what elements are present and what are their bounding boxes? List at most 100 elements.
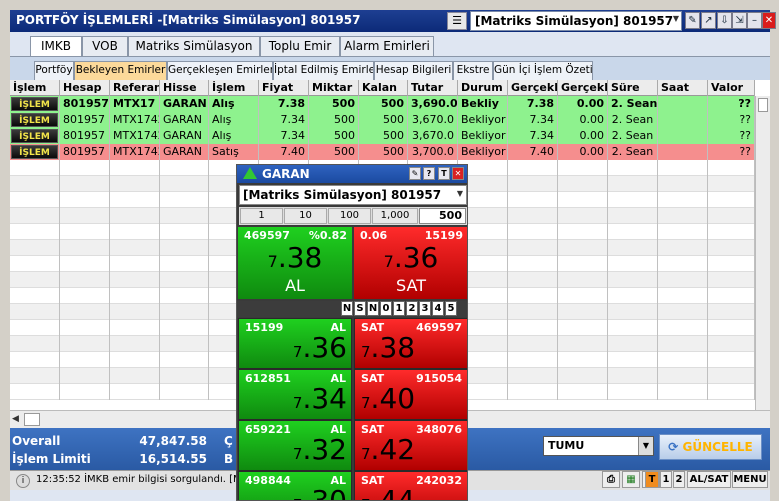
sell-button[interactable]: 0.06 15199 7.36 SAT — [354, 227, 467, 299]
ask-level[interactable]: SAT 348076 7.42 — [354, 420, 467, 471]
menu-button[interactable]: MENU — [732, 471, 768, 488]
empty-cell — [558, 160, 608, 176]
level-button[interactable]: S — [354, 301, 366, 316]
tab-toplu-emir[interactable]: Toplu Emir — [260, 36, 340, 56]
arrow-up-icon[interactable]: ↗ — [701, 12, 716, 29]
column-header[interactable]: Tutar — [408, 80, 458, 96]
table-row[interactable]: İŞLEM 801957 MTX1742 GARAN Alış 7.34 500… — [10, 112, 755, 128]
level-button[interactable]: 4 — [432, 301, 444, 316]
vertical-scrollbar[interactable] — [755, 96, 770, 410]
pin-icon[interactable]: ✎ — [685, 12, 700, 29]
filter-select[interactable]: TUMU ▼ — [543, 436, 654, 456]
empty-cell — [110, 304, 160, 320]
islem-button[interactable]: İŞLEM — [11, 129, 58, 143]
ask-level[interactable]: SAT 915054 7.40 — [354, 369, 467, 420]
table-row[interactable]: İŞLEM 801957 MTX17 GARAN Alış 7.38 500 5… — [10, 96, 755, 112]
bid-level[interactable]: 498844AL7.30 — [238, 471, 352, 500]
column-header[interactable]: Fiyat — [259, 80, 309, 96]
pin-icon[interactable]: ✎ — [409, 167, 421, 180]
tab-gerceklesen-emirler[interactable]: Gerçekleşen Emirler — [167, 61, 273, 80]
empty-cell — [508, 352, 558, 368]
level-button[interactable]: 0 — [380, 301, 392, 316]
column-header[interactable]: Durum — [458, 80, 508, 96]
download-icon[interactable]: ⇩ — [717, 12, 732, 29]
tab-alarm-emirleri[interactable]: Alarm Emirleri — [340, 36, 434, 56]
islem-button[interactable]: İŞLEM — [11, 145, 58, 159]
column-header[interactable]: Hisse — [160, 80, 209, 96]
column-header[interactable]: Referan — [110, 80, 160, 96]
tab-ekstre[interactable]: Ekstre — [453, 61, 493, 80]
qty-button-1000[interactable]: 1,000 — [372, 208, 418, 224]
al-sat-button[interactable]: AL/SAT — [687, 471, 731, 488]
ask-level[interactable]: SAT 469597 7.38 — [354, 318, 467, 369]
tab-matriks-simulasyon[interactable]: Matriks Simülasyon — [128, 36, 260, 56]
qty-button-10[interactable]: 10 — [284, 208, 327, 224]
column-header[interactable]: Hesap — [60, 80, 110, 96]
bid-level[interactable]: 612851 AL 7.34 — [238, 369, 352, 420]
empty-cell — [60, 384, 110, 400]
empty-cell — [160, 368, 209, 384]
tab-iptal-edilmis-emirler[interactable]: İptal Edilmiş Emirler — [273, 61, 374, 80]
tab-vob[interactable]: VOB — [82, 36, 128, 56]
scroll-thumb[interactable] — [24, 413, 40, 426]
empty-cell — [608, 336, 658, 352]
level-button[interactable]: N — [367, 301, 379, 316]
tab-imkb[interactable]: IMKB — [30, 36, 82, 57]
refresh-button[interactable]: ⟳ GÜNCELLE — [659, 434, 762, 460]
tab-hesap-bilgileri[interactable]: Hesap Bilgileri — [374, 61, 453, 80]
tab-bekleyen-emirler[interactable]: Bekleyen Emirler — [74, 61, 167, 80]
empty-cell — [110, 288, 160, 304]
tree-icon[interactable]: ☰ — [447, 12, 467, 30]
status-button-2[interactable]: 2 — [673, 471, 685, 488]
minimize-icon[interactable]: – — [747, 12, 762, 29]
help-icon[interactable]: ? — [423, 167, 435, 180]
level-button[interactable]: 2 — [406, 301, 418, 316]
column-header[interactable]: Saat — [658, 80, 708, 96]
level-button[interactable]: N — [341, 301, 353, 316]
column-header[interactable]: Kalan — [359, 80, 408, 96]
tab-portfoy[interactable]: Portföy — [34, 61, 74, 80]
column-header[interactable]: Gerçekl — [508, 80, 558, 96]
status-button-1[interactable]: 1 — [660, 471, 672, 488]
popup-title-bar[interactable]: GARAN ✎ ? T ✕ — [237, 165, 467, 183]
tool-icon[interactable]: T — [438, 167, 450, 180]
islem-button[interactable]: İŞLEM — [11, 97, 58, 111]
scroll-left-icon[interactable]: ◀ — [12, 414, 19, 424]
status-button-t[interactable]: T — [645, 471, 659, 488]
popup-account-selector[interactable]: [Matriks Simülasyon] 801957 ▼ — [239, 185, 467, 205]
column-header[interactable]: Valor — [708, 80, 755, 96]
level-button[interactable]: 1 — [393, 301, 405, 316]
level-button[interactable]: 5 — [445, 301, 457, 316]
bid-level[interactable]: 659221 AL 7.32 — [238, 420, 352, 471]
column-header[interactable]: Süre — [608, 80, 658, 96]
overall-value: 47,847.58 — [139, 434, 207, 448]
qty-button-1[interactable]: 1 — [240, 208, 283, 224]
cell-tutar: 3,670.0 — [408, 112, 458, 128]
scroll-thumb[interactable] — [758, 98, 768, 112]
buy-button[interactable]: 469597 %0.82 7.38 AL — [238, 227, 352, 299]
tab-gun-ici-islem-ozeti[interactable]: Gün İçi İşlem Özeti — [493, 61, 593, 80]
islem-button[interactable]: İŞLEM — [11, 113, 58, 127]
empty-cell — [10, 256, 60, 272]
column-header[interactable]: İşlem — [209, 80, 259, 96]
print-icon[interactable]: ⎙ — [602, 471, 620, 488]
table-row[interactable]: İŞLEM 801957 MTX1742 GARAN Satış 7.40 50… — [10, 144, 755, 160]
empty-cell — [60, 208, 110, 224]
close-icon[interactable]: ✕ — [452, 167, 464, 180]
cell-saat — [658, 128, 708, 144]
close-icon[interactable]: ✕ — [762, 12, 776, 29]
qty-button-100[interactable]: 100 — [328, 208, 371, 224]
excel-icon[interactable]: ▦ — [622, 471, 640, 488]
column-header[interactable]: Gerçekl — [558, 80, 608, 96]
table-row[interactable]: İŞLEM 801957 MTX1742 GARAN Alış 7.34 500… — [10, 128, 755, 144]
cell-islem: Alış — [209, 96, 259, 112]
quantity-input[interactable]: 500 — [419, 208, 466, 224]
column-header[interactable]: İşlem — [10, 80, 60, 96]
column-header[interactable]: Miktar — [309, 80, 359, 96]
empty-cell — [10, 320, 60, 336]
level-button[interactable]: 3 — [419, 301, 431, 316]
export-icon[interactable]: ⇲ — [732, 12, 747, 29]
bid-level[interactable]: 15199 AL 7.36 — [238, 318, 352, 369]
account-selector[interactable]: [Matriks Simülasyon] 801957 ▼ — [470, 11, 682, 31]
ask-level[interactable]: SAT2420327.44 — [354, 471, 467, 500]
